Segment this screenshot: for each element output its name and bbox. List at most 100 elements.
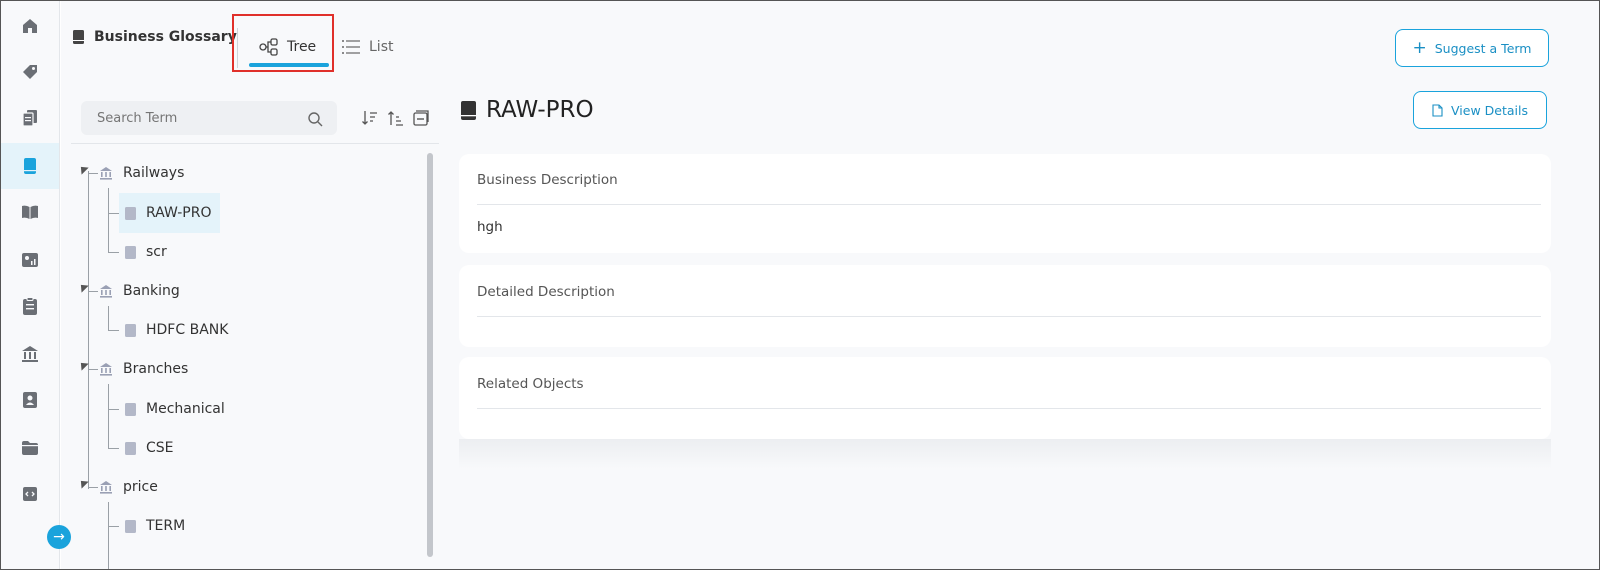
tag-icon xyxy=(23,65,37,79)
tab-divider xyxy=(237,28,238,68)
view-details-label: View Details xyxy=(1451,102,1528,118)
tree-guide-line xyxy=(108,188,109,252)
tree-term-cse[interactable]: CSE xyxy=(119,433,182,463)
bank-icon xyxy=(22,346,38,362)
glossary-book-icon xyxy=(24,158,36,174)
nav-home[interactable] xyxy=(1,3,59,49)
nav-reference[interactable] xyxy=(1,189,59,235)
page-title: Business Glossary xyxy=(73,29,237,45)
expand-triangle-icon[interactable] xyxy=(77,163,89,175)
tree-term-label: TERM xyxy=(146,518,186,534)
nav-tasks[interactable] xyxy=(1,283,59,329)
term-book-icon xyxy=(125,519,136,533)
bank-icon xyxy=(100,481,112,494)
section-label: Detailed Description xyxy=(477,284,615,300)
code-file-icon xyxy=(23,487,37,501)
nav-contacts[interactable] xyxy=(1,377,59,423)
business-description-value: hgh xyxy=(477,219,503,235)
tree-term-label: CSE xyxy=(146,440,174,456)
nav-domains[interactable] xyxy=(1,331,59,377)
related-objects-card: Related Objects xyxy=(459,357,1551,439)
tree-guide-line xyxy=(108,384,109,448)
term-book-icon xyxy=(125,245,136,259)
tree-term-term[interactable]: TERM xyxy=(119,511,193,541)
term-book-icon xyxy=(125,441,136,455)
home-icon xyxy=(23,19,37,33)
tab-list[interactable]: List xyxy=(341,25,393,69)
tree-connector xyxy=(108,252,119,253)
bank-icon xyxy=(100,363,112,376)
tree-term-scr[interactable]: scr xyxy=(119,237,175,267)
tree-connector xyxy=(108,409,119,410)
nav-glossary[interactable] xyxy=(1,143,59,189)
tree-domain-label: Branches xyxy=(123,361,189,377)
arrow-right-icon: → xyxy=(53,529,65,545)
suggest-term-label: Suggest a Term xyxy=(1434,40,1532,56)
suggest-term-button[interactable]: + Suggest a Term xyxy=(1395,29,1549,67)
tree-guide-line xyxy=(108,306,109,330)
term-title-text: RAW-PRO xyxy=(486,97,594,123)
tree-connector xyxy=(88,487,98,488)
detailed-description-card: Detailed Description xyxy=(459,265,1551,347)
tree-domain-label: Railways xyxy=(123,165,185,181)
tree-domain-branches[interactable]: Branches xyxy=(99,354,188,384)
tree-connector xyxy=(88,173,98,174)
nav-tags[interactable] xyxy=(1,49,59,95)
expand-triangle-icon[interactable] xyxy=(77,281,89,293)
active-tab-indicator xyxy=(249,63,329,67)
tree-connector xyxy=(108,526,119,527)
section-divider xyxy=(477,204,1541,205)
contact-book-icon xyxy=(23,392,37,408)
main-area: Business Glossary Tree List + Suggest a … xyxy=(61,1,1599,569)
clipboard-checklist-icon xyxy=(23,297,37,315)
term-title: RAW-PRO xyxy=(461,97,594,123)
tree-connector xyxy=(108,213,119,214)
term-book-icon xyxy=(125,323,136,337)
search-icon[interactable] xyxy=(307,111,323,127)
content-shadow xyxy=(459,439,1551,469)
tree-term-hdfc-bank[interactable]: HDFC BANK xyxy=(119,315,236,345)
tree-guide-line xyxy=(88,171,89,489)
sort-descending-icon[interactable] xyxy=(361,109,379,127)
search-term-input[interactable] xyxy=(81,101,337,135)
tree-term-mechanical[interactable]: Mechanical xyxy=(119,394,233,424)
tree-domain-banking[interactable]: Banking xyxy=(99,276,180,306)
left-nav xyxy=(1,1,60,569)
nav-folders[interactable] xyxy=(1,425,59,471)
nav-documents[interactable] xyxy=(1,95,59,141)
tree-guide-line xyxy=(108,502,109,569)
tree-term-label: RAW-PRO xyxy=(146,205,212,221)
collapse-all-icon[interactable] xyxy=(411,109,429,127)
nav-dashboard[interactable] xyxy=(1,237,59,283)
term-book-icon xyxy=(125,206,136,220)
tree-domain-label: Banking xyxy=(123,283,180,299)
tree-term-raw-pro[interactable]: RAW-PRO xyxy=(119,193,220,233)
tab-tree-label: Tree xyxy=(287,39,317,55)
document-icon xyxy=(1432,103,1443,117)
tab-tree[interactable]: Tree xyxy=(247,25,329,69)
tree-domain-label: price xyxy=(123,479,158,495)
tree-panel: Railways RAW-PRO scr Banking xyxy=(61,91,439,569)
list-icon xyxy=(342,40,360,54)
section-divider xyxy=(477,408,1541,409)
sort-ascending-icon[interactable] xyxy=(387,109,405,127)
tree-domain-price[interactable]: price xyxy=(99,472,158,502)
tree-term-label: HDFC BANK xyxy=(146,322,229,338)
tree-domain-railways[interactable]: Railways xyxy=(99,158,184,188)
tree-connector xyxy=(108,448,119,449)
nav-code[interactable] xyxy=(1,471,59,517)
tree-scrollbar[interactable] xyxy=(427,153,433,557)
tree-connector xyxy=(88,369,98,370)
copy-documents-icon xyxy=(22,110,37,127)
bank-icon xyxy=(100,285,112,298)
section-label: Related Objects xyxy=(477,376,584,392)
expand-triangle-icon[interactable] xyxy=(77,477,89,489)
book-icon xyxy=(73,30,84,44)
tree-term-label: Mechanical xyxy=(146,401,225,417)
section-label: Business Description xyxy=(477,172,618,188)
section-divider xyxy=(477,316,1541,317)
nav-expand-button[interactable]: → xyxy=(47,525,71,549)
view-details-button[interactable]: View Details xyxy=(1413,91,1547,129)
dashboard-icon xyxy=(22,253,38,267)
expand-triangle-icon[interactable] xyxy=(77,359,89,371)
